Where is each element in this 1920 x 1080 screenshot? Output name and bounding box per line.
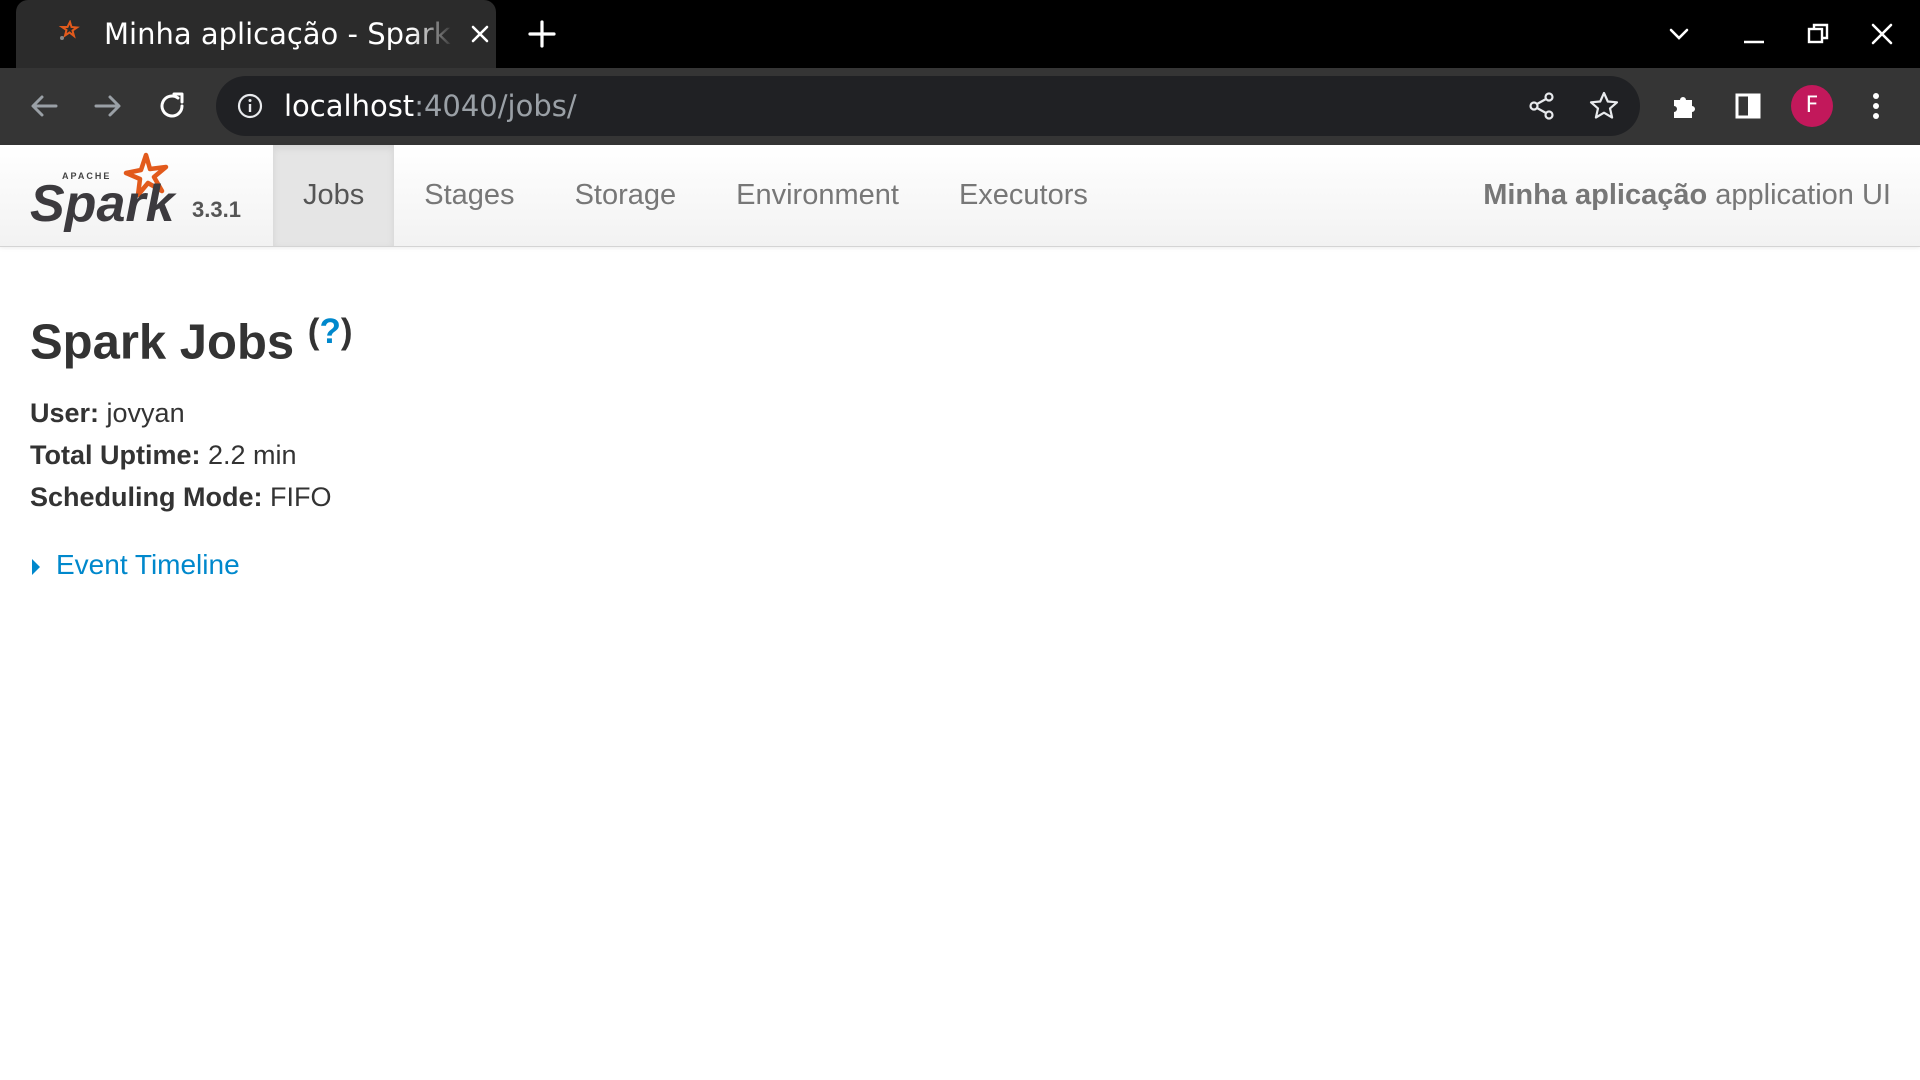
side-panel-icon[interactable] [1728, 86, 1768, 126]
nav-tabs: Jobs Stages Storage Environment Executor… [273, 145, 1118, 246]
close-tab-icon[interactable] [466, 20, 494, 48]
help-paren-close: ) [340, 312, 353, 351]
help-paren-open: ( [307, 312, 320, 351]
tab-storage[interactable]: Storage [545, 145, 707, 246]
url-host: localhost [284, 89, 415, 123]
url-path: :4040/jobs/ [414, 89, 577, 123]
event-timeline-toggle[interactable]: Event Timeline [30, 545, 240, 585]
scheduling-mode-value: FIFO [262, 482, 332, 512]
app-suffix: application UI [1707, 179, 1891, 211]
caret-right-icon [32, 558, 40, 575]
restore-icon[interactable] [1804, 20, 1832, 48]
user-label: User: [30, 398, 100, 428]
browser-toolbar: localhost:4040/jobs/ F [0, 68, 1920, 145]
back-arrow-icon[interactable] [24, 86, 64, 126]
tab-stages[interactable]: Stages [394, 145, 544, 246]
tab-search-chevron-icon[interactable] [1665, 20, 1693, 48]
reload-icon[interactable] [152, 86, 192, 126]
spark-navbar: APACHE Spark 3.3.1 Jobs Stages Storage E… [0, 145, 1920, 247]
site-info-icon[interactable] [236, 92, 264, 120]
uptime-row: Total Uptime: 2.2 min [30, 434, 332, 476]
spark-logo[interactable]: APACHE Spark [28, 149, 188, 239]
tab-jobs[interactable]: Jobs [273, 145, 395, 246]
share-icon[interactable] [1526, 90, 1558, 122]
user-value: jovyan [99, 398, 185, 428]
browser-tab-strip: Minha aplicação - Spark Jobs [0, 0, 1920, 68]
uptime-label: Total Uptime: [30, 440, 201, 470]
tab-title: Minha aplicação - Spark Jobs [104, 17, 454, 51]
spark-version: 3.3.1 [192, 197, 241, 222]
extensions-puzzle-icon[interactable] [1664, 86, 1704, 126]
forward-arrow-icon[interactable] [88, 86, 128, 126]
event-timeline-label[interactable]: Event Timeline [56, 549, 240, 580]
svg-text:Spark: Spark [30, 175, 178, 233]
user-row: User: jovyan [30, 392, 332, 434]
profile-avatar[interactable]: F [1791, 85, 1833, 127]
help-link[interactable]: ? [319, 312, 340, 351]
page-title: Spark Jobs [30, 315, 295, 370]
minimize-icon[interactable] [1740, 20, 1768, 48]
page-title-row: Spark Jobs (?) [30, 300, 353, 372]
bookmark-star-icon[interactable] [1588, 90, 1620, 122]
application-title: Minha aplicação application UI [1483, 145, 1891, 246]
scheduling-mode-label: Scheduling Mode: [30, 482, 263, 512]
tab-executors[interactable]: Executors [929, 145, 1118, 246]
new-tab-icon[interactable] [524, 16, 560, 52]
url-text[interactable]: localhost:4040/jobs/ [284, 86, 577, 126]
spark-favicon-icon [58, 20, 80, 40]
help-tooltip[interactable]: (?) [308, 312, 353, 351]
app-name: Minha aplicação [1483, 179, 1708, 211]
page-header: Spark Jobs (?) [30, 300, 353, 372]
browser-tab[interactable]: Minha aplicação - Spark Jobs [16, 0, 496, 68]
address-bar[interactable]: localhost:4040/jobs/ [216, 76, 1640, 136]
close-window-icon[interactable] [1868, 20, 1896, 48]
app-summary: User: jovyan Total Uptime: 2.2 min Sched… [30, 392, 332, 518]
scheduling-mode-row: Scheduling Mode: FIFO [30, 476, 332, 518]
tab-environment[interactable]: Environment [706, 145, 929, 246]
uptime-value: 2.2 min [200, 440, 297, 470]
more-menu-icon[interactable] [1856, 86, 1896, 126]
